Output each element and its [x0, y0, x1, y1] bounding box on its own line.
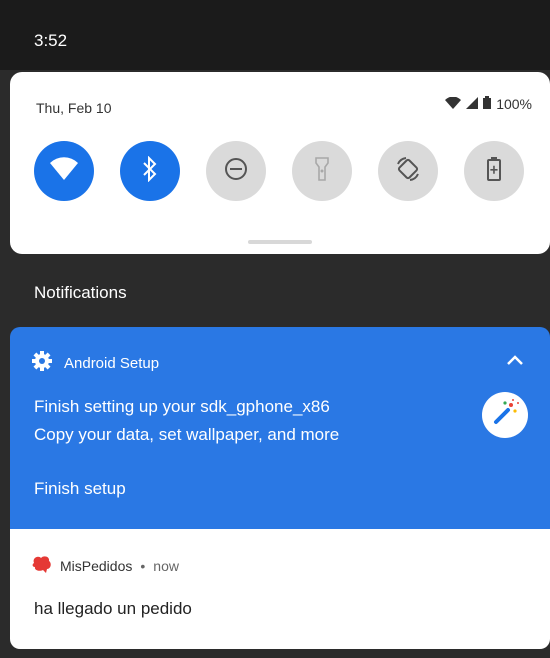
cell-signal-icon [466, 96, 479, 112]
notification-text: ha llegado un pedido [34, 599, 192, 618]
tile-do-not-disturb[interactable] [206, 141, 266, 201]
battery-saver-icon [487, 156, 501, 186]
quick-settings-tiles [34, 141, 534, 201]
status-time: 3:52 [34, 31, 68, 50]
battery-icon [483, 96, 492, 112]
notification-android-setup[interactable]: Android Setup Finish setting up your sdk… [10, 327, 550, 529]
date-label: Thu, Feb 10 [36, 100, 112, 116]
notification-avatar [482, 392, 528, 438]
battery-percent: 100% [496, 96, 532, 112]
status-bar: 3:52 [0, 0, 550, 70]
wifi-icon [49, 156, 79, 186]
wifi-signal-icon [445, 96, 462, 112]
bluetooth-icon [142, 155, 158, 187]
notification-app-name: Android Setup [64, 354, 160, 372]
app-icon [32, 555, 52, 576]
magic-wand-icon [491, 398, 519, 432]
system-status-icons: 100% [445, 96, 532, 112]
notification-mispedidos[interactable]: MisPedidos • now ha llegado un pedido [10, 529, 550, 649]
finish-setup-button[interactable]: Finish setup [34, 479, 126, 499]
collapse-chevron-icon[interactable] [506, 353, 524, 371]
tile-flashlight[interactable] [292, 141, 352, 201]
tile-bluetooth[interactable] [120, 141, 180, 201]
auto-rotate-icon [395, 156, 421, 187]
do-not-disturb-icon [224, 157, 248, 186]
drag-handle[interactable] [248, 240, 312, 244]
quick-settings-panel: Thu, Feb 10 100% [10, 72, 550, 254]
gear-icon [32, 351, 52, 375]
tile-wifi[interactable] [34, 141, 94, 201]
tile-battery-saver[interactable] [464, 141, 524, 201]
notification-text: Copy your data, set wallpaper, and more [34, 425, 340, 444]
separator-dot: • [140, 557, 146, 574]
tile-auto-rotate[interactable] [378, 141, 438, 201]
notification-time: now [153, 557, 179, 574]
flashlight-icon [315, 156, 329, 186]
notification-app-row: Android Setup [32, 351, 159, 375]
notification-title: Finish setting up your sdk_gphone_x86 [34, 397, 330, 416]
notification-app-name: MisPedidos [60, 557, 133, 574]
notification-app-row: MisPedidos • now [32, 555, 179, 576]
notifications-header: Notifications [34, 283, 127, 302]
